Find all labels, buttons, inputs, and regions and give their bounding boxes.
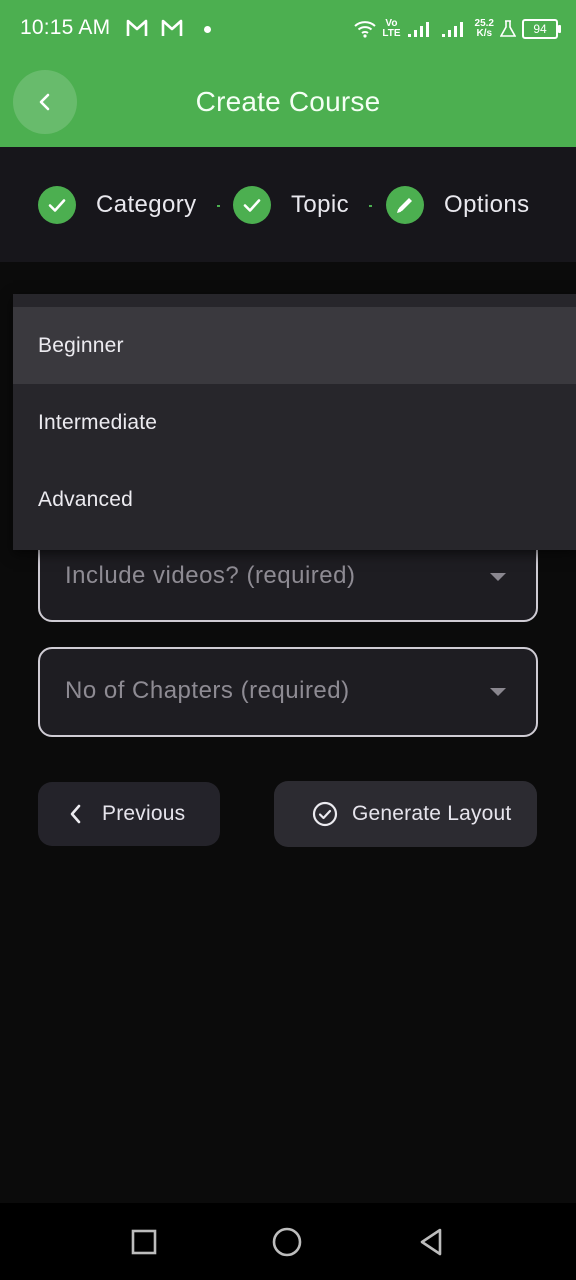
- wifi-icon: [354, 21, 377, 38]
- chapters-placeholder: No of Chapters (required): [65, 677, 350, 704]
- menu-option-beginner[interactable]: Beginner: [13, 307, 576, 384]
- step-label-options: Options: [444, 191, 530, 218]
- generate-layout-label: Generate Layout: [352, 802, 512, 825]
- pencil-icon: [397, 198, 412, 213]
- battery-icon: 94: [522, 19, 561, 39]
- square-icon: [131, 1229, 157, 1255]
- gmail-icon: [161, 19, 183, 36]
- circle-icon: [272, 1227, 302, 1257]
- app-header: 10:15 AM Vo LTE 25.2 K/s 94 Create Cours…: [0, 0, 576, 147]
- home-button[interactable]: [270, 1225, 304, 1259]
- network-type: Vo LTE: [382, 18, 401, 39]
- page-title: Create Course: [195, 86, 381, 117]
- check-icon: [48, 199, 66, 212]
- signal-icon: [441, 22, 463, 37]
- chapters-dropdown[interactable]: No of Chapters (required): [38, 647, 538, 737]
- step-connector: [369, 205, 372, 207]
- menu-option-intermediate[interactable]: Intermediate: [13, 384, 576, 461]
- include-videos-placeholder: Include videos? (required): [65, 562, 356, 589]
- triangle-back-icon: [420, 1228, 442, 1256]
- step-label-category: Category: [96, 191, 197, 218]
- check-circle-icon: [312, 801, 338, 827]
- notification-dot: [204, 26, 211, 33]
- network-speed: 25.2 K/s: [474, 18, 494, 39]
- dropdown-arrow-icon: [490, 573, 506, 581]
- recents-button[interactable]: [127, 1225, 161, 1259]
- status-time: 10:15 AM: [20, 16, 111, 39]
- menu-option-advanced[interactable]: Advanced: [13, 461, 576, 538]
- step-connector: [217, 205, 220, 207]
- gmail-icon: [126, 19, 148, 36]
- dropdown-arrow-icon: [490, 688, 506, 696]
- step-category-complete[interactable]: [38, 186, 76, 224]
- system-nav-bar: [0, 1203, 576, 1280]
- step-topic-complete[interactable]: [233, 186, 271, 224]
- previous-label: Previous: [102, 802, 186, 825]
- flask-icon: [500, 20, 516, 37]
- status-bar: 10:15 AM Vo LTE 25.2 K/s 94: [0, 0, 576, 60]
- difficulty-dropdown-menu: Beginner Intermediate Advanced: [13, 294, 576, 550]
- previous-button[interactable]: Previous: [38, 782, 220, 846]
- generate-layout-button[interactable]: Generate Layout: [274, 781, 537, 847]
- back-nav-button[interactable]: [414, 1225, 448, 1259]
- course-stepper: Category Topic Options: [0, 147, 576, 262]
- step-label-topic: Topic: [291, 191, 350, 218]
- check-icon: [243, 199, 261, 212]
- signal-icon: [407, 22, 429, 37]
- step-options-active[interactable]: [386, 186, 424, 224]
- status-icons: Vo LTE 25.2 K/s 94: [354, 16, 561, 42]
- chevron-left-icon: [70, 804, 81, 824]
